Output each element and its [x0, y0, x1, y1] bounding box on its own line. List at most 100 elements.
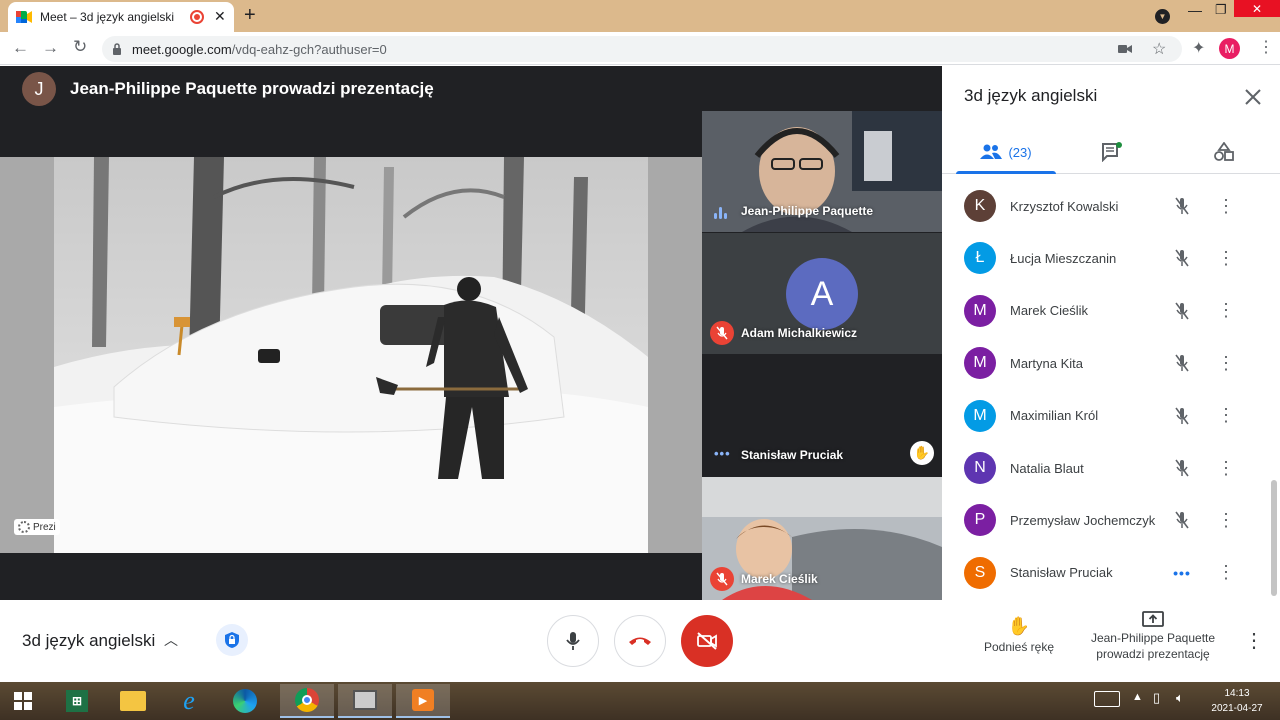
participant-row[interactable]: K Krzysztof Kowalski ⋮	[942, 180, 1272, 232]
back-icon[interactable]: ←	[12, 38, 29, 58]
tab-search-icon[interactable]: ▼	[1155, 9, 1170, 24]
participant-more-icon[interactable]: ⋮	[1216, 508, 1236, 532]
snowy-scene-image	[54, 157, 648, 553]
app-taskbar-icon[interactable]	[338, 684, 392, 718]
active-tab-indicator	[956, 171, 1056, 174]
participant-more-icon[interactable]: ⋮	[1216, 194, 1236, 218]
tab-activities[interactable]	[1204, 130, 1244, 174]
tab-people[interactable]: (23)	[956, 130, 1056, 174]
forward-icon[interactable]: →	[42, 38, 59, 58]
participant-name: Jean-Philippe Paquette	[741, 204, 874, 218]
meeting-safety-button[interactable]	[216, 624, 248, 656]
browser-tabstrip: Meet – 3d język angielski ✕ + ▼ — ❐ ✕	[0, 0, 1280, 32]
participant-row[interactable]: S Stanisław Pruciak ••• ⋮	[942, 547, 1272, 599]
reload-icon[interactable]: ↻	[73, 37, 87, 57]
participant-more-icon[interactable]: ⋮	[1216, 246, 1236, 270]
url-host: meet.google.com	[132, 41, 232, 57]
speaking-dots-icon: •••	[1173, 564, 1191, 581]
participant-more-icon[interactable]: ⋮	[1216, 404, 1236, 428]
edge-taskbar-icon[interactable]	[218, 684, 272, 718]
participant-row[interactable]: Ł Łucja Mieszczanin ⋮	[942, 232, 1272, 284]
close-window-button[interactable]: ✕	[1234, 0, 1280, 17]
close-panel-icon[interactable]	[1242, 86, 1264, 108]
prezi-logo-icon	[18, 521, 30, 533]
participant-more-icon[interactable]: ⋮	[1216, 299, 1236, 323]
prezi-badge[interactable]: Prezi	[14, 519, 60, 535]
raised-hand-icon: ✋	[910, 441, 934, 465]
mic-off-icon	[1170, 404, 1194, 428]
restore-window-button[interactable]: ❐	[1215, 2, 1227, 18]
participant-more-icon[interactable]: ⋮	[1216, 456, 1236, 480]
address-bar[interactable]: meet.google.com /vdq-eahz-gch?authuser=0…	[102, 36, 1182, 62]
participant-avatar: M	[964, 399, 996, 432]
new-tab-button[interactable]: +	[244, 4, 256, 27]
participant-name: Natalia Blaut	[1010, 460, 1084, 476]
raise-hand-button[interactable]: ✋ Podnieś rękę	[972, 616, 1066, 654]
microphone-icon	[566, 632, 580, 650]
activities-icon	[1214, 142, 1234, 161]
keyboard-icon[interactable]	[1094, 691, 1120, 707]
url-path: /vdq-eahz-gch?authuser=0	[231, 41, 387, 57]
chevron-up-icon[interactable]: ︿	[164, 630, 178, 650]
prezi-badge-label: Prezi	[33, 521, 56, 533]
browser-tab-title: Meet – 3d język angielski	[40, 10, 175, 24]
camera-off-button[interactable]	[681, 615, 733, 667]
media-player-taskbar-icon[interactable]: ▶	[396, 684, 450, 718]
windows-start-button[interactable]	[0, 684, 46, 718]
clock-date: 2021-04-27	[1211, 703, 1263, 714]
participant-row[interactable]: M Maximilian Król ⋮	[942, 390, 1272, 442]
participant-tile[interactable]: ••• Stanisław Pruciak ✋	[702, 355, 942, 476]
browser-menu-icon[interactable]: ⋮	[1258, 37, 1274, 57]
tab-chat[interactable]	[1092, 130, 1132, 174]
participant-row[interactable]: M Marek Cieślik ⋮	[942, 285, 1272, 337]
participant-avatar: S	[964, 556, 996, 589]
excel-taskbar-icon[interactable]: ⊞	[50, 684, 104, 718]
file-explorer-taskbar-icon[interactable]	[106, 684, 160, 718]
present-label-line2: prowadzi prezentację	[1096, 647, 1210, 661]
shield-lock-icon	[225, 632, 239, 648]
internet-explorer-taskbar-icon[interactable]: e	[162, 684, 216, 718]
panel-title: 3d język angielski	[964, 86, 1098, 105]
profile-avatar[interactable]: M	[1219, 38, 1240, 59]
browser-tab-meet[interactable]: Meet – 3d język angielski ✕	[8, 2, 234, 32]
present-button[interactable]: Jean-Philippe Paquette prowadzi prezenta…	[1076, 610, 1230, 662]
participant-avatar: K	[964, 190, 996, 222]
more-options-icon[interactable]: ⋮	[1244, 628, 1264, 653]
taskbar-clock[interactable]: 14:13 2021-04-27	[1202, 686, 1272, 716]
close-tab-icon[interactable]: ✕	[214, 8, 226, 25]
people-list-scrollbar[interactable]	[1271, 480, 1277, 596]
participant-name: Krzysztof Kowalski	[1010, 198, 1119, 214]
clock-time: 14:13	[1224, 688, 1250, 699]
bookmark-star-icon[interactable]: ☆	[1152, 39, 1166, 59]
chrome-taskbar-icon[interactable]	[280, 684, 334, 718]
mic-off-icon	[1170, 194, 1194, 218]
present-label-line1: Jean-Philippe Paquette	[1090, 631, 1216, 645]
meeting-stage: J Jean-Philippe Paquette prowadzi prezen…	[0, 66, 942, 600]
show-hidden-icons-icon[interactable]: ▲	[1132, 691, 1143, 703]
presenter-title: Jean-Philippe Paquette prowadzi prezenta…	[70, 79, 434, 98]
participant-tile[interactable]: A Adam Michalkiewicz	[702, 233, 942, 354]
mic-off-icon	[1170, 456, 1194, 480]
participant-name: Stanisław Pruciak	[1010, 565, 1113, 581]
volume-icon[interactable]: 🔈︎	[1176, 690, 1184, 706]
chat-icon	[1102, 142, 1122, 162]
microphone-button[interactable]	[547, 615, 599, 667]
participant-tile[interactable]: Jean-Philippe Paquette	[702, 111, 942, 232]
participant-avatar: M	[964, 347, 996, 380]
participant-tile[interactable]: Marek Cieślik	[702, 477, 942, 600]
meeting-name[interactable]: 3d język angielski	[22, 631, 155, 651]
participant-row[interactable]: N Natalia Blaut ⋮	[942, 442, 1272, 494]
participant-more-icon[interactable]: ⋮	[1216, 561, 1236, 585]
speaking-indicator-icon	[714, 207, 727, 219]
presenter-banner: J Jean-Philippe Paquette prowadzi prezen…	[0, 66, 700, 112]
network-icon[interactable]: ▯	[1153, 690, 1160, 706]
leave-call-button[interactable]	[614, 615, 666, 667]
participant-more-icon[interactable]: ⋮	[1216, 351, 1236, 375]
camera-permission-icon[interactable]	[1118, 44, 1132, 54]
extensions-icon[interactable]: ✦	[1192, 38, 1205, 58]
participant-row[interactable]: P Przemysław Jochemczyk ⋮	[942, 494, 1272, 546]
people-icon	[980, 144, 1003, 159]
minimize-window-button[interactable]: —	[1188, 2, 1202, 18]
participant-row[interactable]: M Martyna Kita ⋮	[942, 337, 1272, 389]
participant-avatar: N	[964, 452, 996, 484]
